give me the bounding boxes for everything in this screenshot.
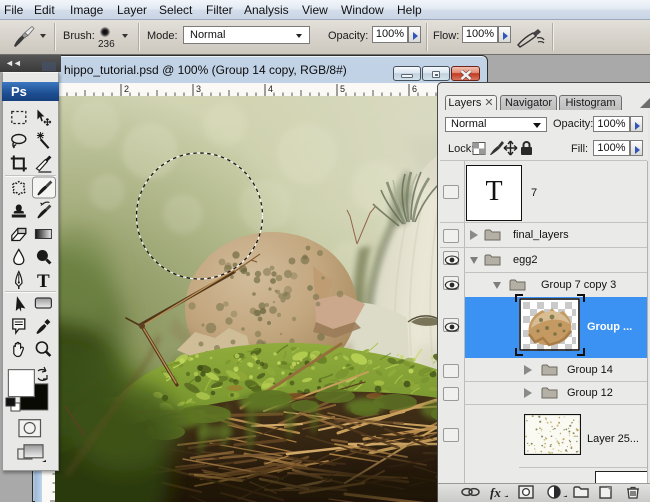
svg-text:T: T: [37, 271, 50, 292]
svg-text:6: 6: [412, 84, 417, 94]
svg-text:2: 2: [124, 84, 129, 94]
svg-text:3: 3: [196, 84, 201, 94]
svg-text:4: 4: [268, 84, 273, 94]
svg-text:fx: fx: [490, 485, 501, 500]
svg-text:5: 5: [340, 84, 345, 94]
